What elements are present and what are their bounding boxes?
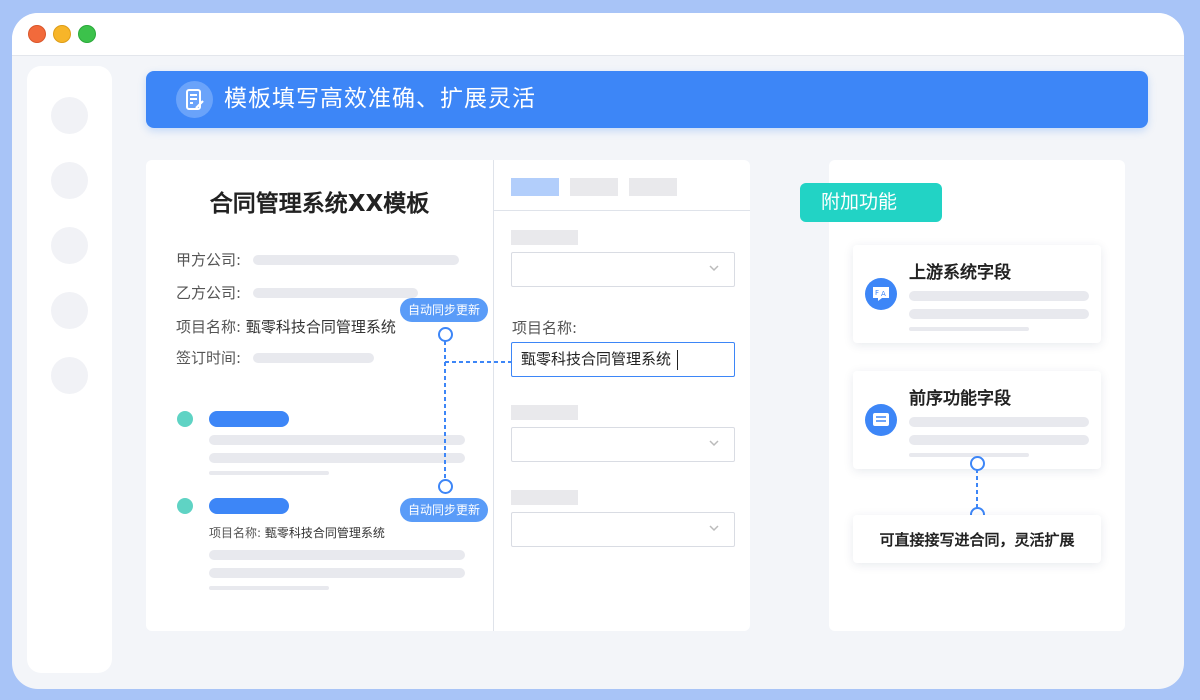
card-line-placeholder — [909, 309, 1089, 319]
card-line-placeholder — [909, 453, 1029, 457]
sync-anchor — [438, 479, 453, 494]
sidebar-item-1[interactable] — [51, 97, 88, 134]
previous-fields-card[interactable]: 前序功能字段 — [853, 371, 1101, 469]
sidebar-item-4[interactable] — [51, 292, 88, 329]
text-caret — [677, 349, 679, 370]
tab-2[interactable] — [570, 178, 618, 196]
message-icon — [865, 404, 897, 436]
select-field[interactable] — [511, 512, 735, 547]
form-project-label: 项目名称: — [512, 319, 578, 337]
minimize-window-button[interactable] — [53, 25, 71, 43]
form-label-placeholder — [511, 490, 578, 505]
select-field[interactable] — [511, 252, 735, 287]
chevron-down-icon — [709, 440, 719, 447]
card-line-placeholder — [909, 417, 1089, 427]
sync-badge: 自动同步更新 — [400, 298, 489, 322]
select-field[interactable] — [511, 427, 735, 462]
feature-banner: 模板填写高效准确、扩展灵活 — [146, 71, 1148, 128]
document-edit-icon — [176, 81, 213, 118]
form-label-placeholder — [511, 405, 578, 420]
contract-editor-panel: 合同管理系统XX模板 甲方公司: 乙方公司: 项目名称: 甄零科技合同管理系统 … — [146, 160, 750, 631]
sync-connector — [444, 341, 511, 482]
translate-icon: F A — [865, 278, 897, 310]
note-text: 可直接接写进合同，灵活扩展 — [879, 531, 1075, 549]
title-bar — [12, 13, 1184, 56]
addon-chip: 附加功能 — [800, 183, 942, 222]
panel-divider — [493, 160, 494, 631]
banner-title: 模板填写高效准确、扩展灵活 — [224, 86, 536, 112]
sidebar-item-2[interactable] — [51, 162, 88, 199]
maximize-window-button[interactable] — [78, 25, 96, 43]
project-name-input-value: 甄零科技合同管理系统 — [521, 350, 672, 368]
card-line-placeholder — [909, 291, 1089, 301]
svg-text:F: F — [875, 289, 879, 297]
chevron-down-icon — [709, 525, 719, 532]
form-label-placeholder — [511, 230, 578, 245]
sidebar — [27, 66, 112, 673]
app-window: 模板填写高效准确、扩展灵活 合同管理系统XX模板 甲方公司: 乙方公司: 项目名… — [12, 13, 1184, 689]
tab-1[interactable] — [511, 178, 559, 196]
addon-anchor — [970, 456, 985, 471]
chevron-down-icon — [709, 265, 719, 272]
sidebar-item-3[interactable] — [51, 227, 88, 264]
card-title: 上游系统字段 — [909, 263, 1011, 283]
card-line-placeholder — [909, 327, 1029, 331]
card-line-placeholder — [909, 435, 1089, 445]
close-window-button[interactable] — [28, 25, 46, 43]
sidebar-item-5[interactable] — [51, 357, 88, 394]
note-card: 可直接接写进合同，灵活扩展 — [853, 515, 1101, 563]
sync-anchor — [438, 327, 453, 342]
card-title: 前序功能字段 — [909, 389, 1011, 409]
svg-text:A: A — [881, 290, 886, 298]
tab-divider — [493, 210, 750, 211]
project-name-input[interactable]: 甄零科技合同管理系统 — [511, 342, 735, 377]
tab-3[interactable] — [629, 178, 677, 196]
sync-badge: 自动同步更新 — [400, 498, 489, 522]
upstream-fields-card[interactable]: F A 上游系统字段 — [853, 245, 1101, 343]
